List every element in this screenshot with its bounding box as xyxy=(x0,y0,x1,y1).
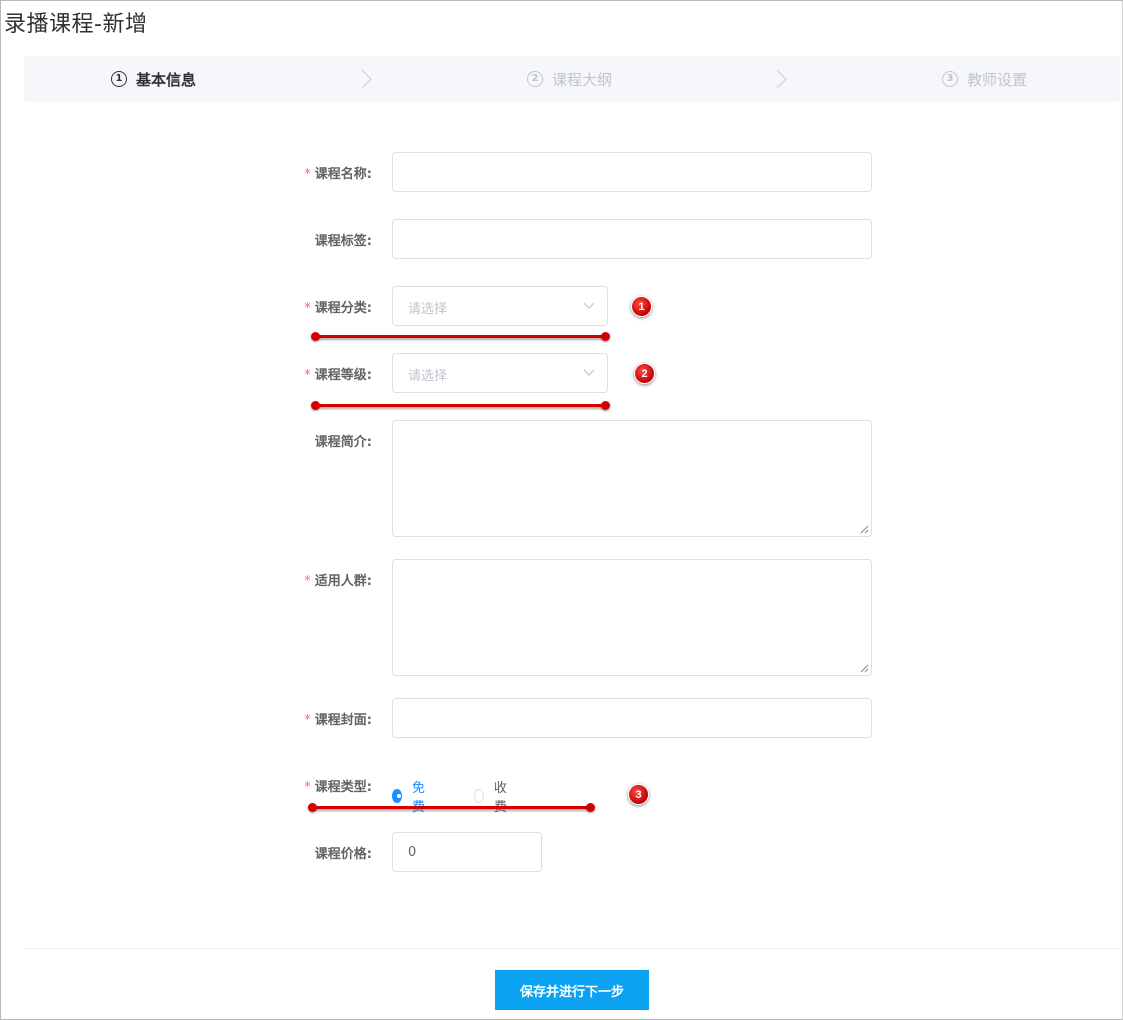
select-placeholder: 请选择 xyxy=(408,369,448,384)
chevron-right-icon xyxy=(776,69,787,89)
resize-grip-icon[interactable] xyxy=(860,525,869,534)
annotation-dot xyxy=(311,401,320,410)
select-placeholder: 请选择 xyxy=(408,302,448,317)
radio-paid[interactable]: 收费 xyxy=(474,777,511,815)
price-label: 课程价格: xyxy=(314,847,372,862)
step-label: 基本信息 xyxy=(136,70,197,89)
step-number-2: 2 xyxy=(527,71,543,87)
radio-label: 免费 xyxy=(411,781,425,815)
course-level-select[interactable]: 请选择 xyxy=(392,353,608,393)
course-intro-textarea[interactable] xyxy=(392,420,872,537)
required-asterisk: * xyxy=(304,167,311,182)
radio-label: 收费 xyxy=(493,781,507,815)
course-tags-label: 课程标签: xyxy=(314,234,372,249)
footer-divider xyxy=(24,948,1120,949)
annotation-dot xyxy=(308,803,317,812)
required-asterisk: * xyxy=(304,574,311,589)
price-value: 0 xyxy=(408,845,417,860)
course-name-input[interactable] xyxy=(392,152,872,192)
course-level-label: * 课程等级: xyxy=(304,368,372,383)
course-tags-input[interactable] xyxy=(392,219,872,259)
course-intro-label: 课程简介: xyxy=(314,435,372,450)
step-label: 教师设置 xyxy=(967,70,1028,89)
chevron-down-icon xyxy=(583,302,595,309)
radio-circle xyxy=(392,789,402,803)
annotation-underline-3 xyxy=(313,806,591,809)
chevron-right-icon xyxy=(361,69,372,89)
steps-bar: 1 基本信息 2 课程大纲 3 教师设置 xyxy=(24,56,1120,102)
step-basic-info[interactable]: 1 基本信息 xyxy=(111,56,196,102)
resize-grip-icon[interactable] xyxy=(860,664,869,673)
annotation-badge-1: 1 xyxy=(631,296,652,317)
chevron-down-icon xyxy=(583,369,595,376)
course-category-label: * 课程分类: xyxy=(304,301,372,316)
step-outline[interactable]: 2 课程大纲 xyxy=(527,56,612,102)
annotation-dot xyxy=(586,803,595,812)
radio-free[interactable]: 免费 xyxy=(392,777,429,815)
save-and-next-button[interactable]: 保存并进行下一步 xyxy=(495,970,649,1010)
step-number-3: 3 xyxy=(942,71,958,87)
annotation-underline-1 xyxy=(316,335,606,338)
page-title: 录播课程-新增 xyxy=(4,12,148,37)
required-asterisk: * xyxy=(304,301,311,316)
annotation-badge-2: 2 xyxy=(634,363,655,384)
audience-textarea[interactable] xyxy=(392,559,872,676)
annotation-dot xyxy=(601,401,610,410)
radio-circle xyxy=(474,789,484,803)
cover-label: * 课程封面: xyxy=(304,713,372,728)
step-label: 课程大纲 xyxy=(552,70,613,89)
annotation-badge-3: 3 xyxy=(628,784,649,805)
annotation-dot xyxy=(601,332,610,341)
audience-label: * 适用人群: xyxy=(304,574,372,589)
required-asterisk: * xyxy=(304,713,311,728)
price-input[interactable]: 0 xyxy=(392,832,542,872)
required-asterisk: * xyxy=(304,780,311,795)
course-category-select[interactable]: 请选择 xyxy=(392,286,608,326)
course-name-label: * 课程名称: xyxy=(304,167,372,182)
annotation-underline-2 xyxy=(316,404,606,407)
step-teacher[interactable]: 3 教师设置 xyxy=(942,56,1027,102)
cover-upload-field[interactable] xyxy=(392,698,872,738)
course-type-label: * 课程类型: xyxy=(304,780,372,795)
annotation-dot xyxy=(311,332,320,341)
required-asterisk: * xyxy=(304,368,311,383)
step-number-1: 1 xyxy=(111,71,127,87)
